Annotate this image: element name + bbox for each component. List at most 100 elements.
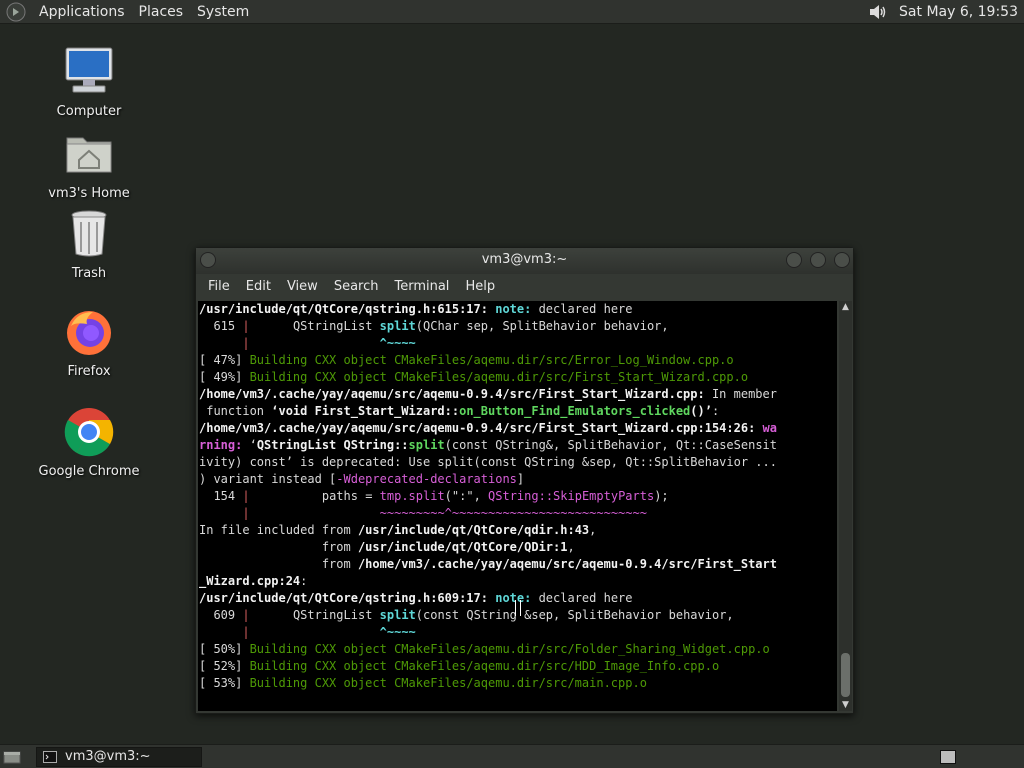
terminal-text: | xyxy=(242,506,250,520)
distro-logo-icon[interactable] xyxy=(6,2,26,22)
terminal-text: In member xyxy=(704,387,777,401)
terminal-line: /home/vm3/.cache/yay/aqemu/src/aqemu-0.9… xyxy=(198,420,837,437)
terminal-text: /usr/include/qt/QtCore/qstring.h:609:17: xyxy=(199,591,496,605)
terminal-text: (":", xyxy=(444,489,489,503)
workspace-switcher[interactable] xyxy=(940,750,956,764)
terminal-text: (QChar sep, SplitBehavior behavior, xyxy=(415,319,669,333)
scroll-down-icon[interactable]: ▼ xyxy=(839,699,852,711)
terminal-icon xyxy=(43,750,57,763)
places-menu[interactable]: Places xyxy=(132,0,191,24)
terminal-text: [ 52%] xyxy=(199,659,250,673)
bottom-panel: vm3@vm3:~ xyxy=(0,744,1024,768)
terminal-text: declared here xyxy=(531,302,633,316)
terminal-text: on_Button_Find_Emulators_clicked xyxy=(459,404,691,418)
home-folder-icon xyxy=(66,137,112,173)
desktop-icon-trash[interactable]: Trash xyxy=(29,208,149,281)
terminal-text: [ 50%] xyxy=(199,642,250,656)
terminal-text: function xyxy=(199,404,272,418)
terminal-line: | ~~~~~~~~~^~~~~~~~~~~~~~~~~~~~~~~~~~~~ xyxy=(198,505,837,522)
terminal-text: [ 47%] xyxy=(199,353,250,367)
terminal-text: 154 xyxy=(199,489,243,503)
terminal-text: _Wizard.cpp:24 xyxy=(199,574,301,588)
terminal-line: from /usr/include/qt/QtCore/QDir:1, xyxy=(198,539,837,556)
desktop-icon-chrome[interactable]: Google Chrome xyxy=(29,406,149,479)
menu-edit[interactable]: Edit xyxy=(238,274,279,300)
terminal-text: Building CXX object CMakeFiles/aqemu.dir… xyxy=(249,370,749,384)
terminal-text: QString::SkipEmptyParts xyxy=(488,489,655,503)
applications-menu[interactable]: Applications xyxy=(32,0,132,24)
terminal-output[interactable]: /usr/include/qt/QtCore/qstring.h:615:17:… xyxy=(198,301,837,711)
terminal-text: ()’ xyxy=(690,404,712,418)
terminal-line: [ 53%] Building CXX object CMakeFiles/aq… xyxy=(198,675,837,692)
terminal-text: /home/vm3/.cache/yay/aqemu/src/aqemu-0.9… xyxy=(199,387,705,401)
terminal-text: paths = xyxy=(249,489,380,503)
taskbar-item-label: vm3@vm3:~ xyxy=(65,749,151,764)
terminal-text: ^~~~~ xyxy=(379,336,416,350)
menu-view[interactable]: View xyxy=(279,274,326,300)
desktop-icon-home[interactable]: vm3's Home xyxy=(29,128,149,201)
terminal-text: In file included from xyxy=(199,523,358,537)
desktop-icon-label: Computer xyxy=(56,104,122,119)
menu-terminal[interactable]: Terminal xyxy=(386,274,457,300)
show-desktop-icon[interactable] xyxy=(2,748,22,766)
terminal-text: -Wdeprecated-declarations xyxy=(336,472,517,486)
terminal-line: [ 49%] Building CXX object CMakeFiles/aq… xyxy=(198,369,837,386)
terminal-text: QStringList QString:: xyxy=(256,438,409,452)
desktop-icon-firefox[interactable]: Firefox xyxy=(29,306,149,379)
terminal-text: from xyxy=(199,557,358,571)
terminal-text: tmp.split xyxy=(379,489,445,503)
window-titlebar[interactable]: vm3@vm3:~ xyxy=(196,248,853,274)
close-button[interactable] xyxy=(834,252,850,268)
terminal-text: , xyxy=(589,523,597,537)
menu-help[interactable]: Help xyxy=(457,274,503,300)
terminal-text: split xyxy=(408,438,445,452)
terminal-line: In file included from /usr/include/qt/Qt… xyxy=(198,522,837,539)
scroll-up-icon[interactable]: ▲ xyxy=(839,301,852,313)
menu-search[interactable]: Search xyxy=(326,274,387,300)
terminal-text: ] xyxy=(516,472,525,486)
terminal-line: 615 | QStringList split(QChar sep, Split… xyxy=(198,318,837,335)
terminal-text: Building CXX object CMakeFiles/aqemu.dir… xyxy=(249,659,720,673)
terminal-text: (const QString &sep, SplitBehavior behav… xyxy=(415,608,734,622)
computer-icon xyxy=(65,47,113,93)
terminal-text: Building CXX object CMakeFiles/aqemu.dir… xyxy=(249,353,734,367)
terminal-text: ~~~~~~~~~^~~~~~~~~~~~~~~~~~~~~~~~~~~~ xyxy=(379,506,647,520)
maximize-button[interactable] xyxy=(810,252,826,268)
terminal-text: | xyxy=(242,319,250,333)
terminal-text: note: xyxy=(495,591,532,605)
chrome-icon xyxy=(64,408,114,457)
terminal-line: function ‘void First_Start_Wizard::on_Bu… xyxy=(198,403,837,420)
top-panel: Applications Places System Sat May 6, 19… xyxy=(0,0,1024,24)
taskbar-item-terminal[interactable]: vm3@vm3:~ xyxy=(36,746,202,767)
terminal-text: | xyxy=(242,625,250,639)
minimize-button[interactable] xyxy=(786,252,802,268)
desktop-icon-label: Google Chrome xyxy=(38,464,140,479)
terminal-scrollbar[interactable]: ▲ ▼ xyxy=(839,301,852,711)
terminal-line: [ 47%] Building CXX object CMakeFiles/aq… xyxy=(198,352,837,369)
terminal-text: , xyxy=(567,540,575,554)
terminal-line: _Wizard.cpp:24: xyxy=(198,573,837,590)
terminal-text: 615 xyxy=(199,319,243,333)
terminal-text: /usr/include/qt/QtCore/qdir.h:43 xyxy=(357,523,590,537)
system-menu[interactable]: System xyxy=(190,0,256,24)
desktop-icon-label: Trash xyxy=(71,266,107,281)
terminal-text: /home/vm3/.cache/yay/aqemu/src/aqemu-0.9… xyxy=(199,421,763,435)
volume-icon[interactable] xyxy=(867,2,889,22)
menu-file[interactable]: File xyxy=(200,274,238,300)
terminal-text: split xyxy=(379,608,416,622)
terminal-text: Building CXX object CMakeFiles/aqemu.dir… xyxy=(249,676,647,690)
desktop-icon-computer[interactable]: Computer xyxy=(29,46,149,119)
terminal-text: /usr/include/qt/QtCore/qstring.h:615:17: xyxy=(199,302,496,316)
window-menu-icon[interactable] xyxy=(200,252,216,268)
scrollbar-thumb[interactable] xyxy=(841,653,850,697)
window-title: vm3@vm3:~ xyxy=(481,252,568,267)
clock[interactable]: Sat May 6, 19:53 xyxy=(899,4,1018,20)
terminal-line: rning: ‘QStringList QString::split(const… xyxy=(198,437,837,454)
terminal-text: [ 53%] xyxy=(199,676,250,690)
